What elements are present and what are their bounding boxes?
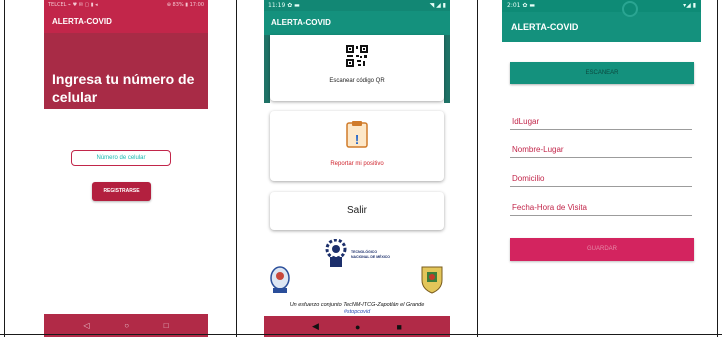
scan-qr-label: Escanear código QR [329, 78, 385, 84]
frame-bottom-border [0, 334, 722, 335]
scan-qr-card[interactable]: Escanear código QR [270, 35, 444, 101]
exit-label: Salir [346, 205, 367, 216]
status-bar: 2:01 ✿ ▬ ▾◢ ▮ [502, 0, 701, 12]
right-shield-icon [421, 266, 443, 294]
fecha-hora-field[interactable]: Fecha-Hora de Visita [510, 202, 692, 216]
status-time: 11:19 [268, 2, 286, 9]
frame-divider [477, 0, 478, 337]
register-button[interactable]: REGISTRARSE [92, 182, 151, 201]
home-icon[interactable]: ○ [124, 321, 129, 330]
frame-divider [717, 0, 718, 337]
camera-cutout-icon [622, 1, 638, 17]
footer-text: Un esfuerzo conjunto TecNM-ITCG-Zapotlán… [289, 302, 425, 308]
status-right: ⊕ 83% ▮ 17:00 [166, 2, 204, 8]
status-bar: 11:19 ✿ ▬ ◥ ◢ ▮ [264, 0, 450, 11]
report-positive-card[interactable]: ! Reportar mi positivo [270, 111, 444, 181]
screen-visit-form: 2:01 ✿ ▬ ▾◢ ▮ ALERTA-COVID ESCANEAR IdLu… [502, 0, 701, 337]
tecnm-name-line1: TECNOLÓGICO [351, 250, 378, 254]
status-icons-left: ✿ ▬ [287, 2, 300, 9]
domicilio-field[interactable]: Domicilio [510, 173, 692, 187]
recents-icon[interactable]: □ [164, 321, 169, 330]
tecnm-name-line2: NACIONAL DE MÉXICO [351, 255, 391, 259]
home-icon[interactable]: ● [355, 322, 360, 332]
tecnm-logo [325, 239, 347, 267]
status-left: TELCEL ⌁ ♥ ✉ ▢ ▮ ◂ [48, 2, 98, 8]
screen-menu: 11:19 ✿ ▬ ◥ ◢ ▮ ALERTA-COVID Escanear có… [264, 0, 450, 337]
screen-register: TELCEL ⌁ ♥ ✉ ▢ ▮ ◂ ⊕ 83% ▮ 17:00 ALERTA-… [44, 0, 208, 337]
status-bar: TELCEL ⌁ ♥ ✉ ▢ ▮ ◂ ⊕ 83% ▮ 17:00 [44, 0, 208, 11]
phone-input[interactable]: Número de celular [71, 150, 171, 166]
frame-divider [4, 0, 5, 337]
app-title: ALERTA-COVID [44, 11, 208, 33]
hashtag-link[interactable]: #stopcovid [264, 309, 450, 315]
app-title: ALERTA-COVID [264, 11, 450, 35]
status-icons-right: ◥ ◢ ▮ [429, 2, 446, 9]
save-button[interactable]: GUARDAR [510, 238, 694, 261]
recents-icon[interactable]: ■ [397, 322, 402, 332]
hero-text: Ingresa tu número de celular [44, 33, 208, 109]
status-icons-right: ▾◢ ▮ [683, 2, 696, 9]
exit-card[interactable]: Salir [270, 192, 444, 230]
nombre-lugar-field[interactable]: Nombre-Lugar [510, 144, 692, 158]
status-icons-left: ✿ ▬ [522, 2, 536, 9]
qr-code-icon [345, 44, 369, 68]
alert-glyph: ! [354, 132, 360, 147]
id-lugar-field[interactable]: IdLugar [510, 116, 692, 130]
scroll-edge-right [444, 35, 450, 103]
status-time: 2:01 [507, 2, 521, 9]
back-icon[interactable]: ◀ [312, 321, 319, 332]
left-emblem-icon [270, 266, 290, 293]
app-title: ALERTA-COVID [502, 12, 701, 42]
report-positive-label: Reportar mi positivo [330, 161, 384, 167]
frame-divider [236, 0, 237, 337]
back-icon[interactable]: ◁ [83, 321, 89, 330]
scan-button[interactable]: ESCANEAR [510, 62, 694, 84]
